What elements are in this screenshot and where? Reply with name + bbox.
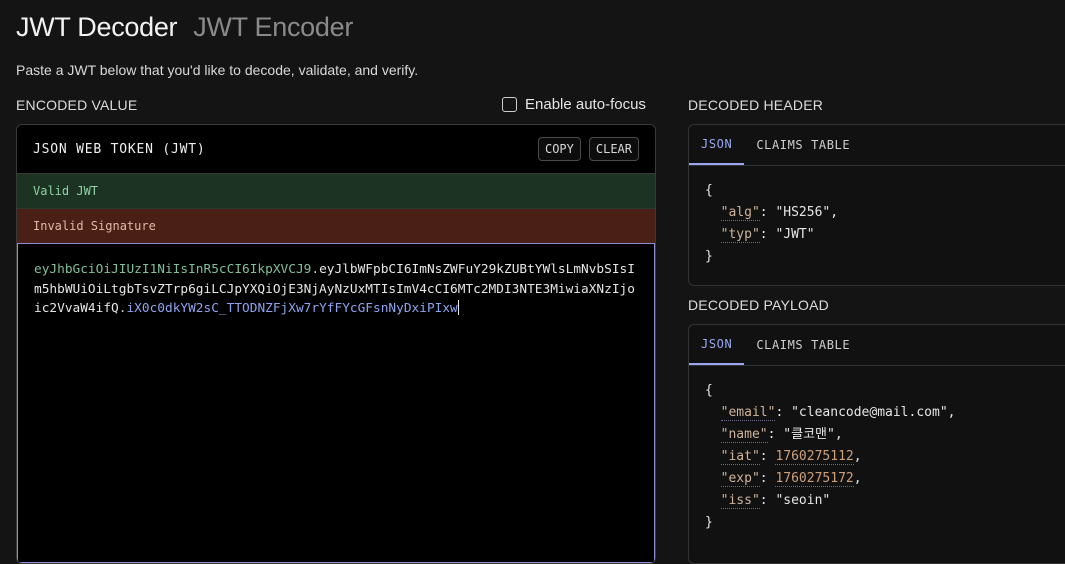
json-key: "email"	[720, 405, 776, 421]
decoded-header-label: DECODED HEADER	[688, 97, 824, 113]
json-field: "alg": "HS256",	[720, 205, 839, 221]
encoded-value-label: ENCODED VALUE	[16, 97, 138, 113]
decoded-payload-tabs: JSON CLAIMS TABLE	[689, 325, 1065, 366]
json-key: "alg"	[720, 205, 760, 221]
tab-header-claims-table[interactable]: CLAIMS TABLE	[744, 125, 862, 165]
text-caret	[457, 300, 459, 315]
json-key: "iat"	[720, 449, 760, 465]
jwt-card-title: JSON WEB TOKEN (JWT)	[33, 141, 206, 157]
decoded-payload-json: { "email": "cleancode@mail.com", "name":…	[689, 366, 1065, 548]
json-close-brace: }	[705, 515, 713, 530]
decoded-header-tabs: JSON CLAIMS TABLE	[689, 125, 1065, 166]
page-subtitle: Paste a JWT below that you'd like to dec…	[16, 62, 419, 78]
json-open-brace: {	[705, 183, 713, 198]
invalid-signature-badge: Invalid Signature	[17, 209, 655, 243]
title-row: JWT Decoder JWT Encoder	[16, 12, 353, 43]
token-header-part: eyJhbGciOiJIUzI1NiIsInR5cCI6IkpXVCJ9	[34, 262, 312, 277]
encoded-card-header: JSON WEB TOKEN (JWT) COPY CLEAR	[17, 125, 655, 174]
json-key: "typ"	[720, 227, 760, 243]
jwt-input[interactable]: eyJhbGciOiJIUzI1NiIsInR5cCI6IkpXVCJ9.eyJ…	[17, 243, 655, 563]
json-field: "email": "cleancode@mail.com",	[720, 405, 956, 421]
json-value: "JWT"	[775, 227, 815, 242]
json-value: 1760275112	[775, 449, 854, 465]
clear-button[interactable]: CLEAR	[588, 137, 639, 161]
tab-payload-json[interactable]: JSON	[689, 325, 745, 365]
json-key: "name"	[720, 427, 768, 443]
json-field: "exp": 1760275172,	[720, 471, 862, 487]
tab-header-json[interactable]: JSON	[689, 125, 745, 165]
decoded-payload-label: DECODED PAYLOAD	[688, 297, 829, 313]
json-value: "HS256"	[775, 205, 831, 220]
autofocus-checkbox[interactable]	[502, 97, 517, 112]
token-dot: .	[311, 262, 320, 277]
tab-payload-claims-table[interactable]: CLAIMS TABLE	[744, 325, 862, 365]
copy-button[interactable]: COPY	[537, 137, 581, 161]
json-field: "typ": "JWT"	[720, 227, 815, 243]
tab-jwt-encoder[interactable]: JWT Encoder	[193, 12, 353, 43]
tab-jwt-decoder[interactable]: JWT Decoder	[16, 12, 178, 43]
json-key: "exp"	[720, 471, 760, 487]
autofocus-toggle[interactable]: Enable auto-focus	[502, 96, 646, 113]
json-value: "seoin"	[775, 493, 831, 508]
token-signature-part: iX0c0dkYW2sC_TTODNZFjXw7rYfFYcGFsnNyDxiP…	[126, 301, 458, 316]
json-open-brace: {	[705, 383, 713, 398]
json-value: 1760275172	[775, 471, 854, 487]
decoded-header-card: JSON CLAIMS TABLE { "alg": "HS256", "typ…	[688, 124, 1065, 286]
decoded-header-json: { "alg": "HS256", "typ": "JWT" }	[689, 166, 1065, 282]
json-field: "iat": 1760275112,	[720, 449, 862, 465]
json-field: "name": "클코맨",	[720, 427, 843, 443]
json-field: "iss": "seoin"	[720, 493, 831, 509]
json-key: "iss"	[720, 493, 760, 509]
valid-jwt-badge: Valid JWT	[17, 174, 655, 209]
encoded-card: JSON WEB TOKEN (JWT) COPY CLEAR Valid JW…	[16, 124, 656, 564]
card-actions: COPY CLEAR	[537, 137, 639, 161]
json-value: "cleancode@mail.com"	[791, 405, 948, 420]
autofocus-label: Enable auto-focus	[525, 96, 646, 113]
json-close-brace: }	[705, 249, 713, 264]
json-value: "클코맨"	[783, 427, 835, 442]
decoded-payload-card: JSON CLAIMS TABLE { "email": "cleancode@…	[688, 324, 1065, 564]
